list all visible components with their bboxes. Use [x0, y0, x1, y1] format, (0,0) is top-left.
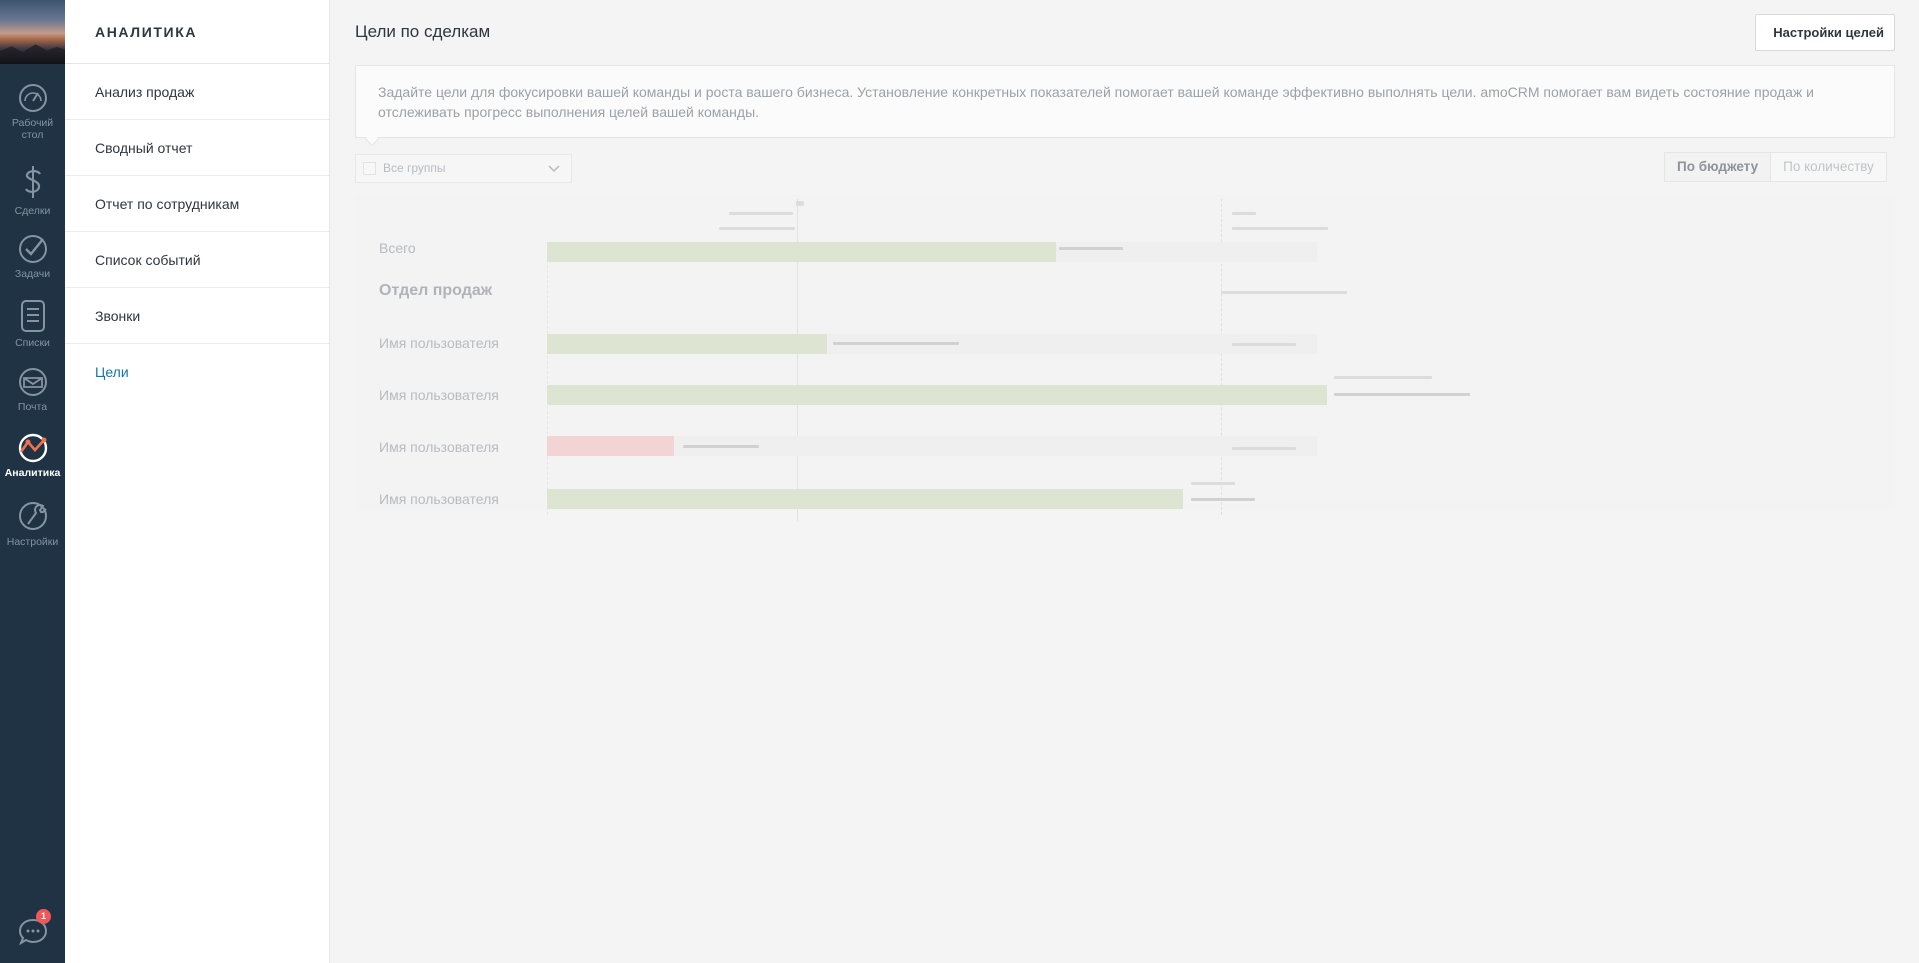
- value-placeholder: [1334, 376, 1432, 379]
- dashboard-gauge-icon: [18, 84, 47, 112]
- row-label-total: Всего: [379, 240, 416, 256]
- page-title: Цели по сделкам: [355, 22, 491, 41]
- nav-dashboard-label: Рабочий стол: [11, 117, 54, 141]
- value-placeholder: [1334, 393, 1470, 396]
- value-placeholder: [1221, 291, 1347, 294]
- nav-analytics-label: Аналитика: [4, 467, 61, 479]
- nav-lists-label: Списки: [15, 337, 50, 349]
- main-content: Цели по сделкам Настройки целей Задайте …: [331, 0, 1919, 963]
- nav-mail-label: Почта: [17, 401, 48, 413]
- nav-mail[interactable]: Почта: [0, 366, 65, 413]
- group-select-value: Все группы: [383, 161, 446, 175]
- group-checkbox[interactable]: [363, 162, 376, 175]
- goals-chart: Всего Отдел продаж Имя пользователя Имя …: [355, 195, 1895, 521]
- progress-bar-user: [547, 436, 674, 456]
- notification-badge: 1: [36, 909, 51, 924]
- nav-deals-label: Сделки: [14, 205, 51, 217]
- submenu-title: АНАЛИТИКА: [65, 0, 329, 64]
- checkmark-icon: [18, 235, 47, 263]
- row-label-user: Имя пользователя: [379, 335, 499, 351]
- nav-deals[interactable]: Сделки: [0, 164, 65, 217]
- value-placeholder: [1232, 447, 1296, 450]
- value-placeholder: [683, 445, 759, 448]
- chart-header-placeholder: [729, 212, 793, 215]
- nav-dashboard[interactable]: Рабочий стол: [0, 82, 65, 141]
- main-navigation: Рабочий стол Сделки Задачи Списки Почта: [0, 0, 65, 963]
- chart-header-placeholder: [796, 201, 804, 206]
- list-icon: [20, 300, 45, 332]
- mail-icon: [18, 368, 47, 396]
- value-placeholder: [1232, 343, 1296, 346]
- chart-start-line: [547, 245, 548, 515]
- metric-toggle: По бюджету По количеству: [1664, 152, 1887, 182]
- dollar-icon: [24, 166, 41, 198]
- progress-bar-user: [547, 385, 1327, 405]
- user-avatar[interactable]: [0, 0, 65, 64]
- chart-header-placeholder: [719, 227, 795, 230]
- chevron-down-icon: [548, 165, 560, 173]
- tab-by-budget[interactable]: По бюджету: [1664, 152, 1772, 182]
- nav-tasks[interactable]: Задачи: [0, 233, 65, 280]
- group-select[interactable]: Все группы: [355, 154, 572, 183]
- nav-lists[interactable]: Списки: [0, 298, 65, 349]
- menu-item-goals[interactable]: Цели: [65, 344, 329, 400]
- nav-settings-label: Настройки: [6, 536, 59, 548]
- menu-item-summary-report[interactable]: Сводный отчет: [65, 120, 329, 176]
- value-placeholder: [1191, 482, 1235, 485]
- wrench-icon: [18, 502, 47, 530]
- progress-bar-user: [547, 334, 827, 354]
- analytics-chart-icon: [18, 433, 47, 463]
- menu-item-sales-analysis[interactable]: Анализ продаж: [65, 64, 329, 120]
- row-label-user: Имя пользователя: [379, 387, 499, 403]
- chart-header-placeholder: [1232, 227, 1328, 230]
- row-label-user: Имя пользователя: [379, 491, 499, 507]
- value-placeholder: [1059, 247, 1123, 250]
- goals-settings-button[interactable]: Настройки целей: [1755, 14, 1895, 51]
- analytics-submenu: АНАЛИТИКА Анализ продаж Сводный отчет От…: [65, 0, 330, 963]
- progress-bar-total: [547, 242, 1056, 262]
- nav-settings[interactable]: Настройки: [0, 499, 65, 548]
- value-placeholder: [833, 342, 959, 345]
- nav-tasks-label: Задачи: [14, 268, 51, 280]
- group-label-sales-dept: Отдел продаж: [379, 282, 493, 299]
- tab-by-quantity[interactable]: По количеству: [1771, 152, 1887, 182]
- nav-analytics[interactable]: Аналитика: [0, 432, 65, 479]
- menu-item-event-list[interactable]: Список событий: [65, 232, 329, 288]
- value-placeholder: [1191, 498, 1255, 501]
- row-label-user: Имя пользователя: [379, 439, 499, 455]
- info-box: Задайте цели для фокусировки вашей коман…: [355, 65, 1895, 138]
- menu-item-employee-report[interactable]: Отчет по сотрудникам: [65, 176, 329, 232]
- menu-item-calls[interactable]: Звонки: [65, 288, 329, 344]
- progress-bar-user: [547, 489, 1183, 509]
- chart-header-placeholder: [1232, 212, 1256, 215]
